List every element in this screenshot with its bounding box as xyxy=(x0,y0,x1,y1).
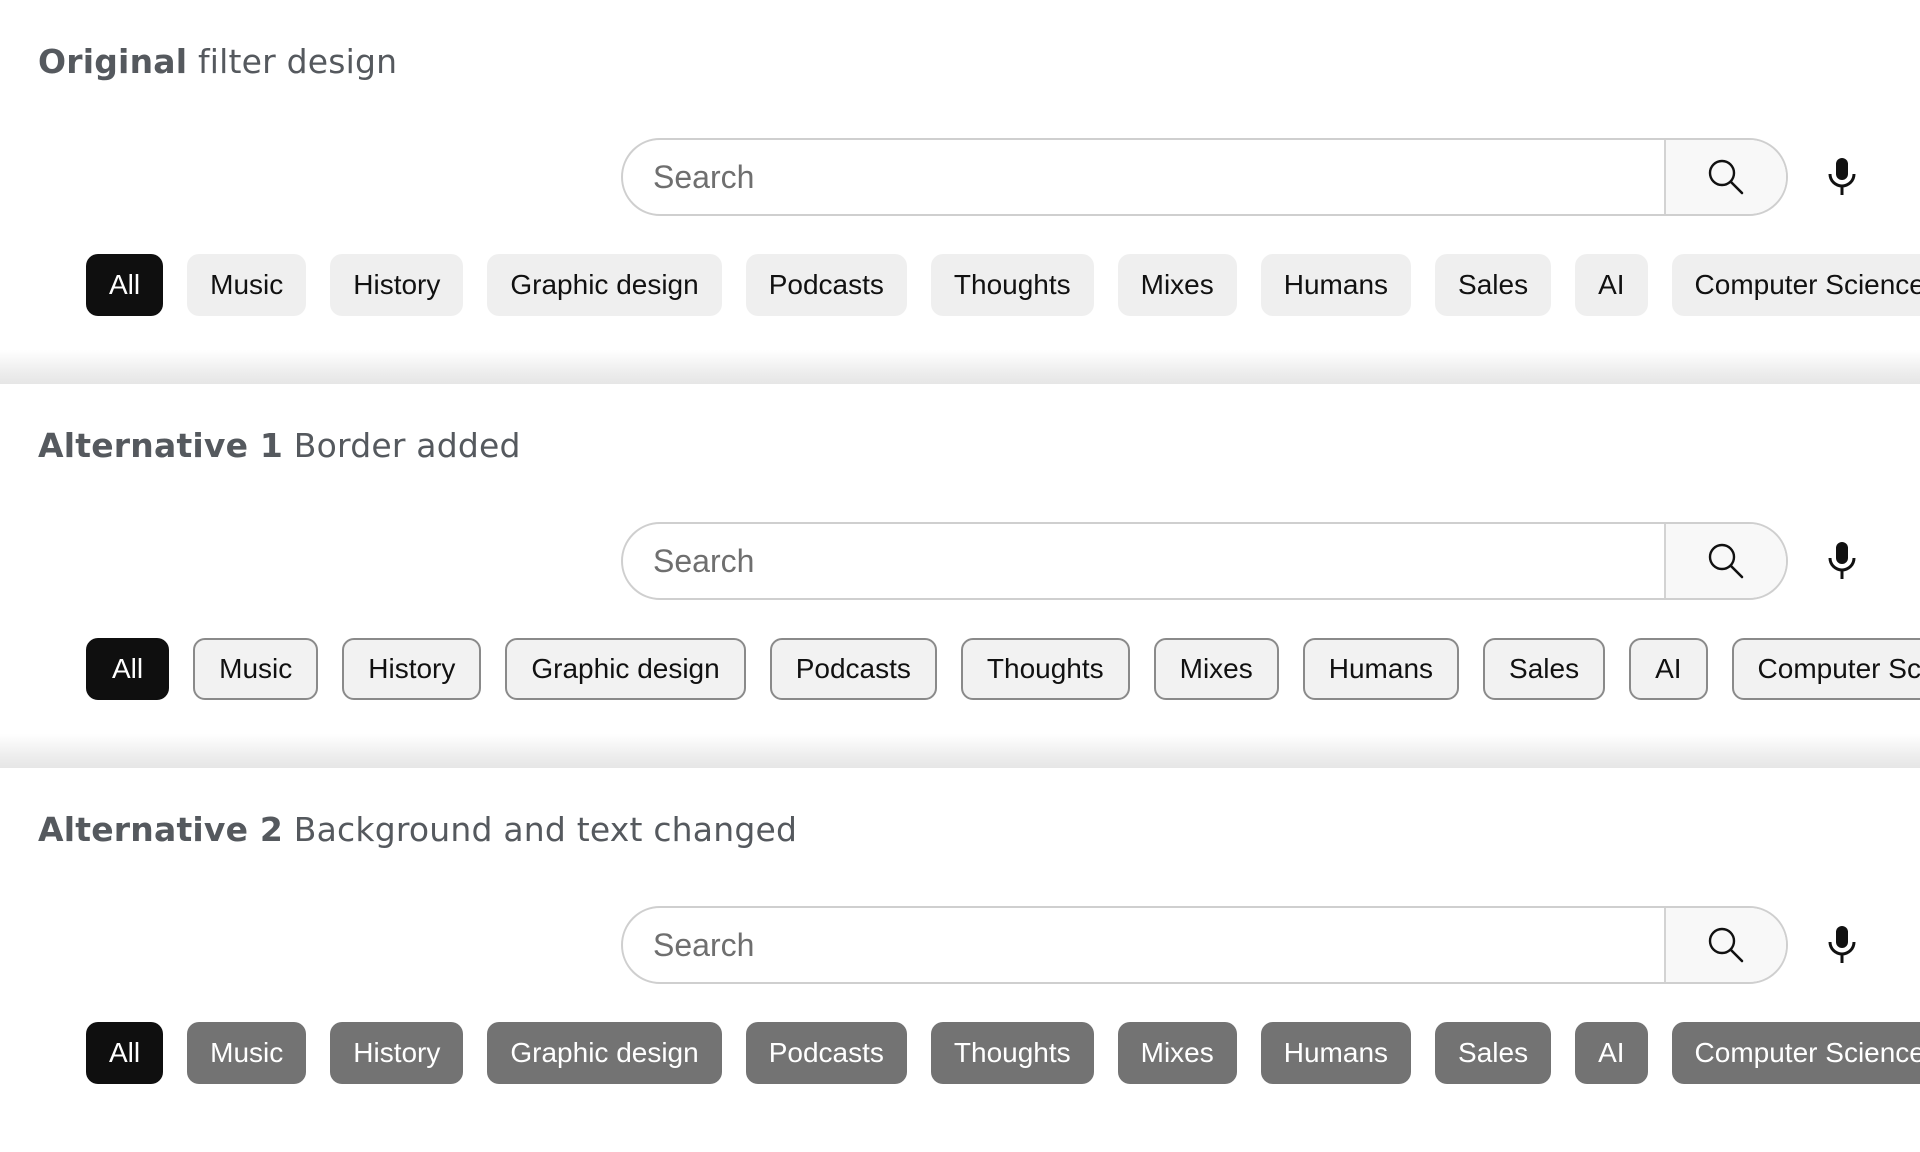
search-button[interactable] xyxy=(1664,908,1786,982)
chip-podcasts[interactable]: Podcasts xyxy=(745,254,907,316)
chip-sales[interactable]: Sales xyxy=(1435,254,1552,316)
chip-music[interactable]: Music xyxy=(187,254,307,316)
chip-graphic-design[interactable]: Graphic design xyxy=(487,1022,722,1084)
microphone-icon xyxy=(1828,158,1856,195)
section-heading: Alternative 1 Border added xyxy=(38,426,521,465)
chip-graphic-design[interactable]: Graphic design xyxy=(487,254,722,316)
heading-bold: Alternative 2 xyxy=(38,810,284,849)
voice-search-button[interactable] xyxy=(1820,920,1864,970)
microphone-icon xyxy=(1828,926,1856,963)
chip-ai[interactable]: AI xyxy=(1575,1022,1648,1084)
section-heading: Original filter design xyxy=(38,42,397,81)
search-input[interactable]: Search xyxy=(623,140,1666,214)
search-icon xyxy=(1708,159,1744,195)
chip-thoughts[interactable]: Thoughts xyxy=(960,638,1130,700)
chip-thoughts[interactable]: Thoughts xyxy=(930,254,1094,316)
section-divider xyxy=(0,350,1920,384)
search-icon xyxy=(1708,927,1744,963)
chip-sales[interactable]: Sales xyxy=(1435,1022,1552,1084)
heading-bold: Alternative 1 xyxy=(38,426,284,465)
chip-podcasts[interactable]: Podcasts xyxy=(745,1022,907,1084)
search-button[interactable] xyxy=(1664,524,1786,598)
chip-computer-science[interactable]: Computer Science xyxy=(1731,638,1920,700)
chip-sales[interactable]: Sales xyxy=(1483,638,1606,700)
filter-chip-bar: All Music History Graphic design Podcast… xyxy=(86,254,1920,316)
section-divider xyxy=(0,734,1920,768)
section-heading: Alternative 2 Background and text change… xyxy=(38,810,797,849)
chip-all[interactable]: All xyxy=(86,638,170,700)
chip-thoughts[interactable]: Thoughts xyxy=(930,1022,1094,1084)
search-box: Search xyxy=(621,138,1788,216)
search-input[interactable]: Search xyxy=(623,908,1666,982)
filter-chip-bar: All Music History Graphic design Podcast… xyxy=(86,638,1920,700)
chip-all[interactable]: All xyxy=(86,1022,164,1084)
voice-search-button[interactable] xyxy=(1820,536,1864,586)
chip-humans[interactable]: Humans xyxy=(1302,638,1460,700)
chip-history[interactable]: History xyxy=(342,638,482,700)
section-alternative-1: Alternative 1 Border added Search All Mu… xyxy=(0,384,1920,768)
section-alternative-2: Alternative 2 Background and text change… xyxy=(0,768,1920,1152)
search-button[interactable] xyxy=(1664,140,1786,214)
heading-rest: filter design xyxy=(197,42,398,81)
chip-music[interactable]: Music xyxy=(187,1022,307,1084)
heading-rest: Background and text changed xyxy=(293,810,798,849)
chip-mixes[interactable]: Mixes xyxy=(1117,1022,1237,1084)
chip-mixes[interactable]: Mixes xyxy=(1117,254,1237,316)
voice-search-button[interactable] xyxy=(1820,152,1864,202)
heading-rest: Border added xyxy=(293,426,521,465)
heading-bold: Original xyxy=(38,42,188,81)
chip-all[interactable]: All xyxy=(86,254,164,316)
chip-humans[interactable]: Humans xyxy=(1260,254,1412,316)
search-box: Search xyxy=(621,906,1788,984)
search-icon xyxy=(1708,543,1744,579)
chip-history[interactable]: History xyxy=(330,1022,464,1084)
search-input[interactable]: Search xyxy=(623,524,1666,598)
microphone-icon xyxy=(1828,542,1856,579)
section-original: Original filter design Search All Music … xyxy=(0,0,1920,384)
chip-ai[interactable]: AI xyxy=(1629,638,1708,700)
chip-mixes[interactable]: Mixes xyxy=(1153,638,1279,700)
chip-music[interactable]: Music xyxy=(193,638,319,700)
filter-chip-bar: All Music History Graphic design Podcast… xyxy=(86,1022,1920,1084)
chip-history[interactable]: History xyxy=(330,254,464,316)
chip-computer-science[interactable]: Computer Science xyxy=(1671,1022,1920,1084)
chip-podcasts[interactable]: Podcasts xyxy=(769,638,937,700)
search-box: Search xyxy=(621,522,1788,600)
chip-graphic-design[interactable]: Graphic design xyxy=(505,638,746,700)
chip-computer-science[interactable]: Computer Science xyxy=(1671,254,1920,316)
chip-humans[interactable]: Humans xyxy=(1260,1022,1412,1084)
chip-ai[interactable]: AI xyxy=(1575,254,1648,316)
